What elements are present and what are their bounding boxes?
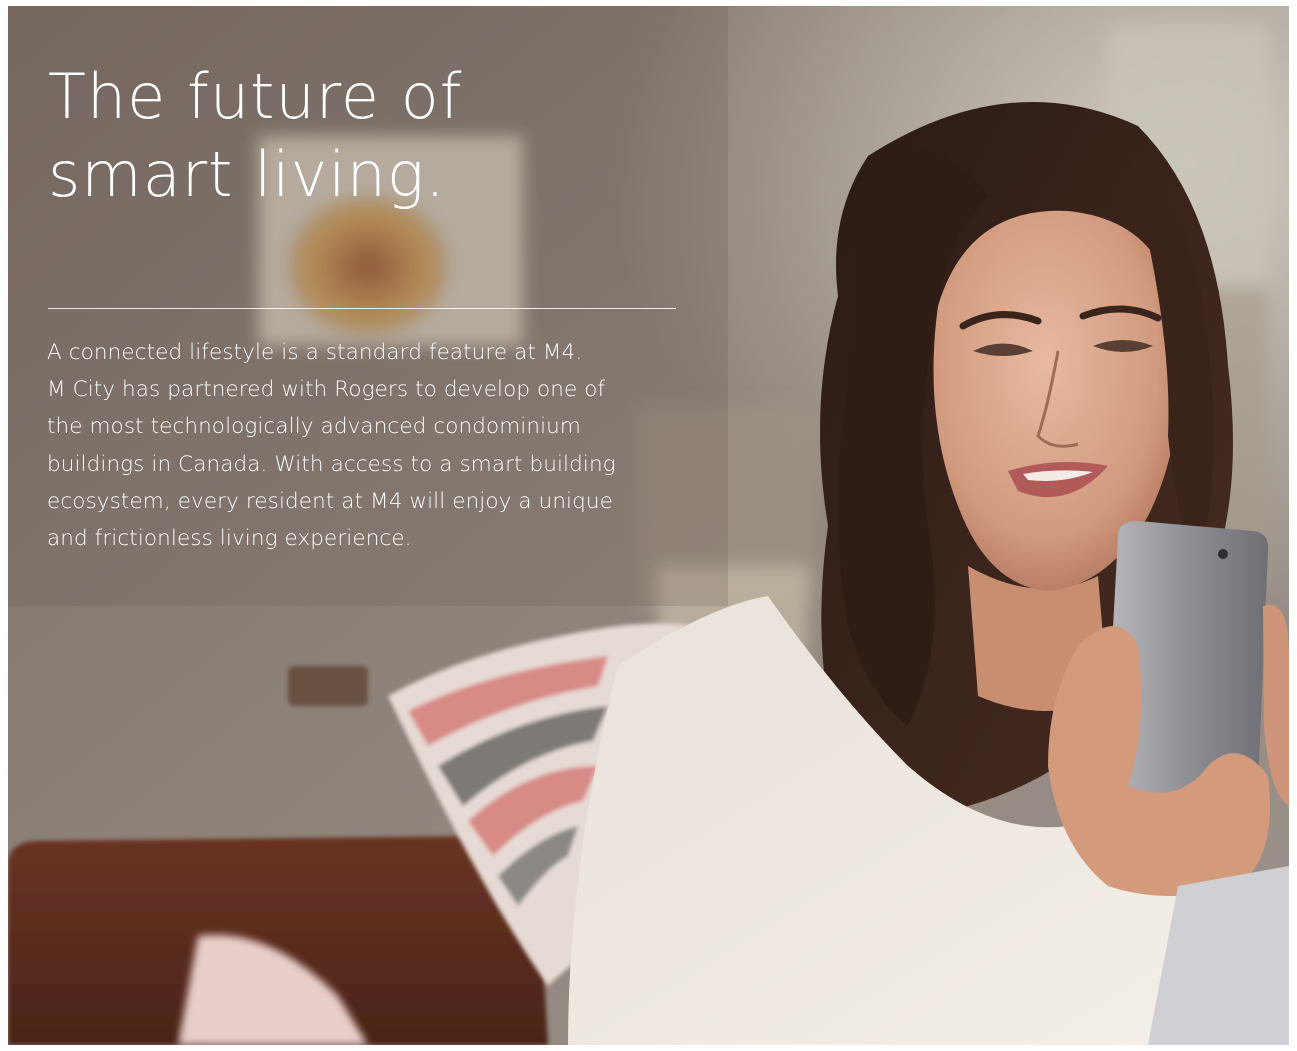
body-line: ecosystem, every resident at M4 will enj… (47, 488, 613, 514)
body-line: buildings in Canada. With access to a sm… (47, 451, 616, 477)
divider (48, 308, 676, 309)
hero-frame: The future of smart living. A connected … (8, 6, 1289, 1045)
body-paragraph: A connected lifestyle is a standard feat… (47, 334, 707, 557)
body-line: and frictionless living experience. (47, 526, 412, 552)
headline: The future of smart living. (48, 58, 463, 214)
body-line: A connected lifestyle is a standard feat… (47, 340, 583, 365)
headline-line-2: smart living. (48, 138, 446, 211)
body-line: M City has partnered with Rogers to deve… (47, 377, 606, 403)
body-line: the most technologically advanced condom… (47, 414, 581, 440)
headline-line-1: The future of (48, 60, 463, 133)
